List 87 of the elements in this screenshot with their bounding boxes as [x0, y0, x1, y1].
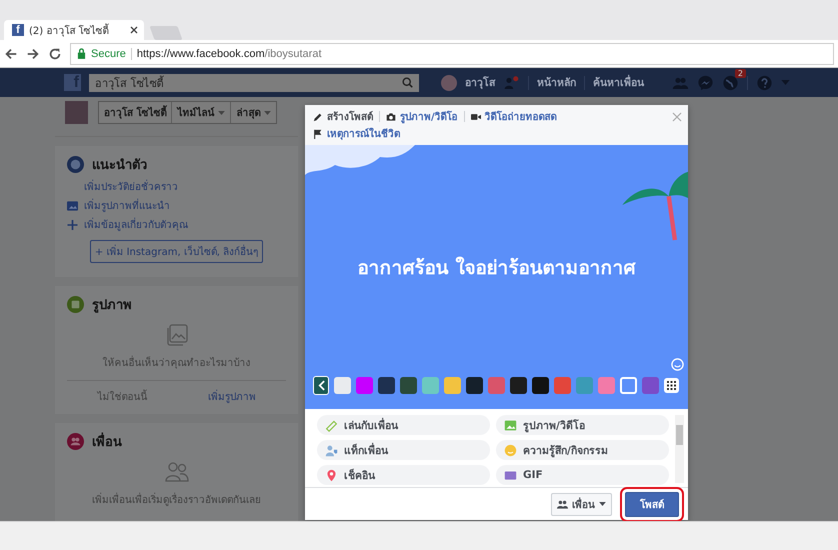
address-field[interactable]: Secure https://www.facebook.com/iboysutarat: [70, 42, 834, 64]
menu-dropdown[interactable]: ไทม์ไลน์: [171, 102, 230, 123]
composer-tab[interactable]: สร้างโพสต์: [313, 109, 373, 124]
new-tab-button[interactable]: [149, 26, 183, 40]
back-icon[interactable]: [4, 46, 18, 60]
help-icon[interactable]: [756, 74, 773, 90]
browser-tab[interactable]: f (2) อาวุโส โซไซตี้: [4, 20, 144, 40]
background-swatch[interactable]: [466, 377, 483, 394]
post-option[interactable]: GIF: [496, 465, 669, 485]
post-option[interactable]: เล่นกับเพื่อน: [317, 415, 490, 435]
avatar-icon[interactable]: [441, 74, 457, 90]
background-swatch[interactable]: [642, 377, 659, 394]
notification-count: 2: [734, 68, 746, 78]
background-swatch[interactable]: [576, 377, 593, 394]
grid-icon[interactable]: [664, 378, 679, 393]
pencil-icon: [313, 112, 323, 122]
intro-link[interactable]: เพิ่มรูปภาพที่แนะนำ: [84, 198, 170, 213]
composer-tab[interactable]: รูปภาพ/วิดีโอ: [386, 109, 458, 124]
photo-icon: [67, 200, 78, 210]
forward-icon[interactable]: [26, 46, 40, 60]
globe-icon[interactable]: [722, 74, 739, 90]
post-option[interactable]: รูปภาพ/วิดีโอ: [496, 415, 669, 435]
background-swatch[interactable]: [598, 377, 615, 394]
lock-icon: [77, 48, 86, 59]
caret-icon: [264, 110, 272, 114]
add-links-button[interactable]: + เพิ่ม Instagram, เว็บไซต์, ลิงก์อื่นๆ: [90, 240, 264, 263]
friends-prompt: เพิ่มเพื่อนเพื่อเริ่มดูเรื่องราวอัพเดตกันเลย: [67, 492, 286, 513]
card-title: รูปภาพ: [92, 297, 132, 315]
background-swatch[interactable]: [400, 377, 417, 394]
people-icon: [557, 500, 568, 508]
intro-link[interactable]: เพิ่มประวัติย่อชั่วคราว: [84, 179, 178, 194]
search-field[interactable]: อาวุโส โซไซตี้: [89, 74, 419, 92]
background-swatch[interactable]: [554, 377, 571, 394]
reload-icon[interactable]: [48, 46, 62, 60]
people-icon: [164, 460, 190, 484]
caret-icon: [599, 502, 606, 506]
chevron-left-icon[interactable]: [313, 376, 329, 395]
photo-icon: [504, 418, 517, 432]
background-swatch[interactable]: [334, 377, 351, 394]
search-icon[interactable]: [402, 77, 413, 88]
background-swatch[interactable]: [510, 377, 527, 394]
camera-icon: [386, 112, 396, 122]
people-icon: [67, 433, 84, 450]
scrollbar[interactable]: [675, 415, 684, 483]
profile-name-button[interactable]: อาวุโส โซไซตี้: [99, 102, 172, 123]
composer-tab[interactable]: วิดีโอถ่ายทอดสด: [470, 109, 557, 124]
tag-person-icon: [325, 444, 338, 456]
post-option[interactable]: ความรู้สึก/กิจกรรม: [496, 440, 669, 460]
caret-icon[interactable]: [781, 80, 790, 85]
post-button[interactable]: โพสต์: [625, 492, 679, 516]
profile-link[interactable]: อาวุโส: [465, 74, 495, 91]
smiley-icon[interactable]: [671, 358, 684, 371]
url-text: https://www.facebook.com/iboysutarat: [136, 48, 322, 60]
audience-dropdown[interactable]: เพื่อน: [551, 492, 612, 516]
background-swatch[interactable]: [422, 377, 439, 394]
nav-link[interactable]: หน้าหลัก: [537, 74, 576, 91]
post-option[interactable]: แท็กเพื่อน: [317, 440, 490, 460]
intro-link[interactable]: เพิ่มข้อมูลเกี่ยวกับตัวคุณ: [84, 217, 188, 232]
smiley-icon: [504, 444, 517, 456]
background-swatch[interactable]: [444, 377, 461, 394]
add-photos-link[interactable]: เพิ่มรูปภาพ: [208, 389, 256, 404]
flag-icon: [313, 128, 323, 138]
photos-prompt: ให้คนอื่นเห็นว่าคุณทำอะไรมาบ้าง: [67, 355, 286, 376]
messenger-icon[interactable]: [697, 74, 714, 90]
card-title: แนะนำตัว: [92, 157, 147, 175]
people-icon[interactable]: [503, 74, 520, 90]
globe-icon: [67, 156, 84, 173]
background-swatch[interactable]: [356, 377, 373, 394]
photo-icon: [67, 296, 84, 313]
composer-tab[interactable]: เหตุการณ์ในชีวิต: [313, 126, 400, 141]
background-swatch[interactable]: [620, 377, 637, 394]
background-swatch[interactable]: [378, 377, 395, 394]
video-camera-icon: [470, 112, 481, 122]
location-pin-icon: [325, 468, 338, 482]
menu-dropdown[interactable]: ล่าสุด: [230, 102, 276, 123]
plus-icon: [67, 220, 78, 230]
post-option[interactable]: เช็คอิน: [317, 465, 490, 485]
background-swatch[interactable]: [488, 377, 505, 394]
close-icon[interactable]: [130, 26, 138, 34]
secure-label: Secure: [91, 48, 126, 60]
background-swatch[interactable]: [532, 377, 549, 394]
gif-icon: [504, 468, 517, 482]
caret-icon: [218, 110, 226, 114]
favicon: f: [12, 24, 24, 36]
nav-link[interactable]: ค้นหาเพื่อน: [593, 74, 644, 91]
post-text[interactable]: อากาศร้อน ใจอย่าร้อนตามอากาศ: [358, 252, 636, 282]
card-title: เพื่อน: [92, 431, 122, 452]
